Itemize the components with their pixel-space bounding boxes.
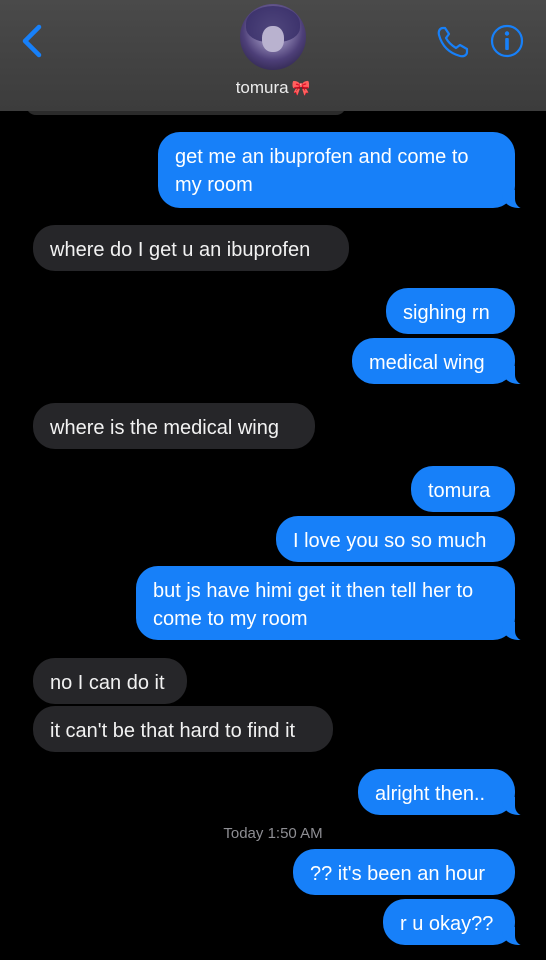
message-text: but js have himi get it then tell her to… [153,580,474,630]
message-text: r u okay?? [400,913,494,935]
message-bubble-outgoing[interactable]: sighing rn [386,288,515,334]
call-button[interactable] [434,24,470,60]
message-text: no I can do it [50,672,165,694]
message-bubble-incoming[interactable]: no I can do it [33,658,187,704]
message-text: sighing rn [403,302,490,324]
contact-name-row[interactable]: tomura 🎀 [0,78,546,98]
back-chevron-icon [22,24,42,58]
avatar-face [262,26,284,52]
message-text: where do I get u an ibuprofen [50,239,311,261]
message-text: tomura [428,480,491,502]
message-timestamp: Today 1:50 AM [0,825,546,842]
message-text: get me an ibuprofen and come to my room [175,146,469,196]
message-bubble-incoming[interactable]: it can't be that hard to find it [33,706,333,752]
message-bubble-incoming[interactable]: where is the medical wing [33,403,315,449]
message-bubble-outgoing[interactable]: but js have himi get it then tell her to… [136,566,529,641]
message-bubble-outgoing[interactable]: medical wing [352,338,529,385]
message-text: ?? it's been an hour [310,863,486,885]
message-bubble-outgoing[interactable]: alright then.. [358,769,529,816]
message-bubble-outgoing[interactable]: ?? it's been an hour [293,849,515,895]
info-icon [490,24,524,58]
contact-avatar[interactable] [240,4,306,70]
conversation-header: tomura 🎀 [0,0,546,111]
bow-emoji: 🎀 [291,80,311,97]
message-bubble-outgoing[interactable]: I love you so so much [276,516,515,562]
message-bubble-outgoing[interactable]: get me an ibuprofen and come to my room [158,132,529,209]
message-text: alright then.. [375,783,486,805]
message-text: I love you so so much [293,530,487,552]
back-button[interactable] [18,24,48,58]
phone-icon [437,26,469,58]
message-bubble-outgoing[interactable]: r u okay?? [383,899,529,946]
timestamp-day: Today [223,825,264,842]
message-text: medical wing [369,352,485,374]
message-bubble-incoming[interactable]: where do I get u an ibuprofen [33,225,349,271]
message-bubble-outgoing[interactable]: tomura [411,466,515,512]
message-text: it can't be that hard to find it [50,720,296,742]
timestamp-time: 1:50 AM [267,825,323,842]
contact-name: tomura [235,78,289,97]
message-text: where is the medical wing [50,417,279,439]
info-button[interactable] [490,24,524,58]
